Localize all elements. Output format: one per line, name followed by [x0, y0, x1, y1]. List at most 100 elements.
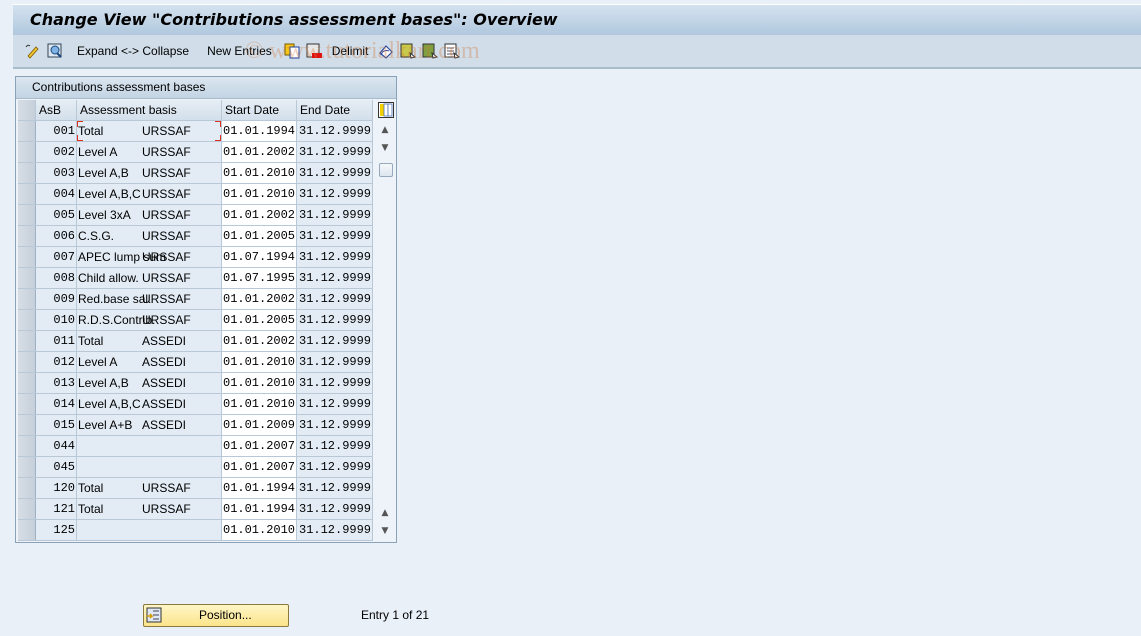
column-header-asb[interactable]: AsB	[35, 100, 77, 121]
display-change-icon[interactable]	[25, 43, 41, 59]
position-button[interactable]: Position...	[143, 604, 289, 627]
cell-start-date[interactable]: 01.01.2010	[221, 162, 297, 184]
undo-icon[interactable]	[378, 43, 394, 59]
cell-assessment-basis[interactable]: Level 3xA URSSAF	[76, 204, 222, 226]
find-icon[interactable]	[47, 43, 63, 59]
row-selector[interactable]	[18, 435, 36, 457]
scrollbar-thumb[interactable]	[379, 163, 393, 177]
page-up-icon[interactable]: ▲	[377, 505, 393, 521]
row-selector[interactable]	[18, 351, 36, 373]
cell-start-date[interactable]: 01.01.2002	[221, 204, 297, 226]
cell-start-date[interactable]: 01.01.2007	[221, 456, 297, 478]
column-header-assessment-basis[interactable]: Assessment basis	[76, 100, 222, 121]
select-all-header[interactable]	[18, 100, 36, 121]
cell-assessment-basis[interactable]: Total URSSAF	[76, 498, 222, 520]
row-selector[interactable]	[18, 225, 36, 247]
cell-start-date[interactable]: 01.01.2005	[221, 225, 297, 247]
scroll-up-icon[interactable]: ▲	[377, 122, 393, 138]
cell-asb[interactable]: 008	[35, 267, 77, 289]
cell-assessment-basis[interactable]: R.D.S.Contrib.URSSAF	[76, 309, 222, 331]
cell-assessment-basis[interactable]: Red.base sal.URSSAF	[76, 288, 222, 310]
row-selector[interactable]	[18, 414, 36, 436]
page-down-icon[interactable]: ▼	[377, 523, 393, 539]
cell-asb[interactable]: 011	[35, 330, 77, 352]
row-selector[interactable]	[18, 393, 36, 415]
cell-assessment-basis[interactable]	[76, 519, 222, 541]
cell-asb[interactable]: 002	[35, 141, 77, 163]
row-selector[interactable]	[18, 309, 36, 331]
cell-assessment-basis[interactable]	[76, 456, 222, 478]
cell-asb[interactable]: 120	[35, 477, 77, 499]
cell-start-date[interactable]: 01.01.2010	[221, 183, 297, 205]
expand-collapse-button[interactable]: Expand <-> Collapse	[77, 44, 189, 58]
cell-asb[interactable]: 125	[35, 519, 77, 541]
delete-icon[interactable]	[306, 43, 322, 59]
cell-assessment-basis[interactable]: Level A+B ASSEDI	[76, 414, 222, 436]
cell-start-date[interactable]: 01.01.1994	[221, 477, 297, 499]
cell-asb[interactable]: 001	[35, 120, 77, 142]
cell-asb[interactable]: 004	[35, 183, 77, 205]
cell-assessment-basis[interactable]: Level A,B ASSEDI	[76, 372, 222, 394]
cell-assessment-basis[interactable]: Total URSSAF	[76, 120, 222, 142]
cell-assessment-basis[interactable]: Level A,B,CURSSAF	[76, 183, 222, 205]
cell-asb[interactable]: 010	[35, 309, 77, 331]
cell-start-date[interactable]: 01.01.2002	[221, 330, 297, 352]
row-selector[interactable]	[18, 372, 36, 394]
column-configuration-icon[interactable]	[378, 102, 394, 118]
cell-asb[interactable]: 121	[35, 498, 77, 520]
new-entries-button[interactable]: New Entries	[207, 44, 272, 58]
cell-start-date[interactable]: 01.01.2010	[221, 393, 297, 415]
row-selector[interactable]	[18, 120, 36, 142]
row-selector[interactable]	[18, 267, 36, 289]
cell-start-date[interactable]: 01.01.2010	[221, 351, 297, 373]
row-selector[interactable]	[18, 330, 36, 352]
deselect-all-icon[interactable]	[444, 43, 461, 59]
row-selector[interactable]	[18, 246, 36, 268]
cell-assessment-basis[interactable]: C.S.G. URSSAF	[76, 225, 222, 247]
cell-asb[interactable]: 013	[35, 372, 77, 394]
cell-start-date[interactable]: 01.01.2002	[221, 288, 297, 310]
cell-assessment-basis[interactable]: APEC lump sumURSSAF	[76, 246, 222, 268]
cell-start-date[interactable]: 01.01.2009	[221, 414, 297, 436]
cell-start-date[interactable]: 01.01.2007	[221, 435, 297, 457]
cell-start-date[interactable]: 01.01.1994	[221, 120, 297, 142]
cell-asb[interactable]: 045	[35, 456, 77, 478]
cell-asb[interactable]: 003	[35, 162, 77, 184]
row-selector[interactable]	[18, 204, 36, 226]
select-block-icon[interactable]	[422, 43, 439, 59]
column-header-start-date[interactable]: Start Date	[221, 100, 297, 121]
cell-asb[interactable]: 007	[35, 246, 77, 268]
row-selector[interactable]	[18, 477, 36, 499]
cell-asb[interactable]: 012	[35, 351, 77, 373]
cell-asb[interactable]: 009	[35, 288, 77, 310]
vertical-scrollbar[interactable]: ▲ ▼ ▲ ▼	[376, 100, 394, 540]
column-header-end-date[interactable]: End Date	[296, 100, 373, 121]
cell-start-date[interactable]: 01.01.2002	[221, 141, 297, 163]
cell-start-date[interactable]: 01.01.2005	[221, 309, 297, 331]
cell-assessment-basis[interactable]: Level A,B URSSAF	[76, 162, 222, 184]
cell-assessment-basis[interactable]: Level A,B,CASSEDI	[76, 393, 222, 415]
cell-assessment-basis[interactable]: Total URSSAF	[76, 477, 222, 499]
cell-assessment-basis[interactable]: Child allow. URSSAF	[76, 267, 222, 289]
row-selector[interactable]	[18, 519, 36, 541]
cell-assessment-basis[interactable]: Total ASSEDI	[76, 330, 222, 352]
row-selector[interactable]	[18, 183, 36, 205]
row-selector[interactable]	[18, 162, 36, 184]
cell-assessment-basis[interactable]: Level A ASSEDI	[76, 351, 222, 373]
cell-assessment-basis[interactable]: Level A URSSAF	[76, 141, 222, 163]
scroll-down-icon[interactable]: ▼	[377, 140, 393, 156]
row-selector[interactable]	[18, 498, 36, 520]
cell-start-date[interactable]: 01.01.1994	[221, 498, 297, 520]
cell-start-date[interactable]: 01.07.1995	[221, 267, 297, 289]
cell-asb[interactable]: 015	[35, 414, 77, 436]
row-selector[interactable]	[18, 141, 36, 163]
delimit-button[interactable]: Delimit	[332, 44, 369, 58]
cell-asb[interactable]: 006	[35, 225, 77, 247]
copy-icon[interactable]	[284, 43, 300, 59]
cell-start-date[interactable]: 01.01.2010	[221, 372, 297, 394]
cell-start-date[interactable]: 01.07.1994	[221, 246, 297, 268]
cell-asb[interactable]: 005	[35, 204, 77, 226]
row-selector[interactable]	[18, 456, 36, 478]
cell-start-date[interactable]: 01.01.2010	[221, 519, 297, 541]
cell-asb[interactable]: 044	[35, 435, 77, 457]
